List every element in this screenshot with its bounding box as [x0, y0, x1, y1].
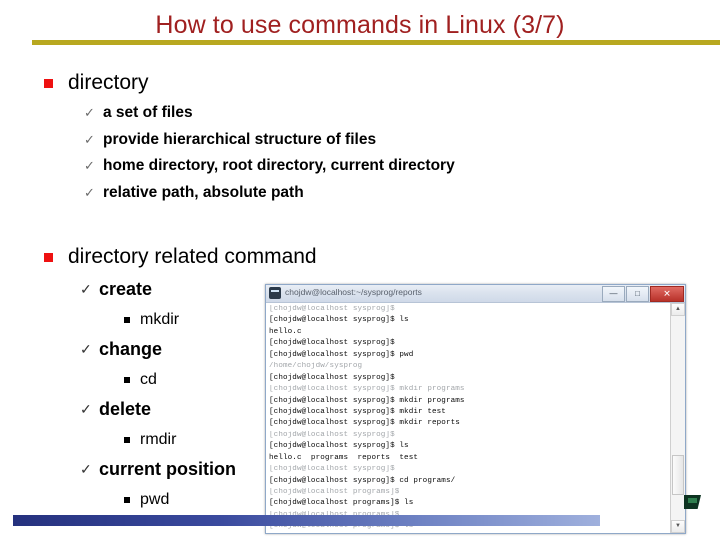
close-icon: ✕: [663, 288, 671, 299]
terminal-scrollbar[interactable]: ▲ ▼: [670, 303, 685, 533]
small-square-bullet-icon: [124, 437, 130, 443]
title-divider: [32, 40, 720, 45]
minimize-button[interactable]: —: [602, 286, 625, 302]
list-item-label: create: [99, 279, 153, 299]
check-icon: ✓: [84, 131, 95, 147]
terminal-line: [chojdw@localhost sysprog]$: [269, 339, 395, 348]
section-heading-directory: directory: [0, 68, 720, 98]
list-item-label: relative path, absolute path: [103, 183, 304, 201]
small-square-bullet-icon: [124, 317, 130, 323]
check-icon: ✓: [80, 461, 92, 477]
command-label: mkdir: [140, 311, 180, 328]
terminal-body[interactable]: [chojdw@localhost sysprog]$ [chojdw@local…: [266, 303, 685, 533]
scroll-up-icon[interactable]: ▲: [671, 303, 685, 316]
command-label: pwd: [140, 491, 170, 508]
flag-accent: [688, 498, 697, 503]
terminal-line: [chojdw@localhost programs]$: [269, 488, 400, 496]
square-bullet-icon: [44, 79, 53, 88]
square-bullet-icon: [44, 253, 53, 262]
corner-flag-icon: [684, 495, 708, 512]
terminal-window-screenshot: chojdw@localhost:~/sysprog/reports — □ ✕…: [265, 284, 686, 534]
terminal-line: [chojdw@localhost sysprog]$ ls: [269, 442, 409, 451]
terminal-title: chojdw@localhost:~/sysprog/reports: [285, 287, 422, 297]
terminal-line: [chojdw@localhost sysprog]$ mkdir progra…: [269, 396, 465, 405]
terminal-line: [chojdw@localhost sysprog]$ mkdir report…: [269, 419, 460, 428]
list-item-label: provide hierarchical structure of files: [103, 130, 377, 148]
terminal-line: [chojdw@localhost sysprog]$ ls: [269, 316, 409, 325]
section-heading-directory-related-command: directory related command: [0, 242, 720, 272]
maximize-button[interactable]: □: [626, 286, 649, 302]
check-icon: ✓: [80, 281, 92, 297]
list-item-label: home directory, root directory, current …: [103, 157, 455, 174]
section-heading-label: directory: [68, 71, 149, 94]
scroll-down-icon[interactable]: ▼: [671, 520, 685, 533]
terminal-line: [chojdw@localhost sysprog]$: [269, 373, 395, 382]
terminal-output: [chojdw@localhost sysprog]$ [chojdw@local…: [269, 304, 669, 533]
small-square-bullet-icon: [124, 377, 130, 383]
scrollbar-thumb[interactable]: [672, 455, 684, 495]
terminal-line: [chojdw@localhost sysprog]$: [269, 465, 395, 474]
check-icon: ✓: [84, 158, 95, 173]
list-item-label: a set of files: [103, 104, 193, 121]
terminal-line: [chojdw@localhost sysprog]$ cd programs/: [269, 476, 456, 485]
terminal-line: [chojdw@localhost sysprog]$: [269, 430, 395, 439]
footer-gradient-bar: [13, 515, 600, 526]
command-label: rmdir: [140, 431, 177, 448]
check-icon: ✓: [84, 105, 95, 120]
terminal-line: hello.c: [269, 327, 302, 336]
terminal-line: [chojdw@localhost sysprog]$: [269, 305, 395, 313]
list-item: ✓ home directory, root directory, curren…: [0, 153, 720, 180]
check-icon: ✓: [80, 341, 92, 357]
list-item: ✓ relative path, absolute path: [0, 180, 720, 207]
terminal-line: [chojdw@localhost sysprog]$ mkdir progra…: [269, 385, 465, 394]
minimize-icon: —: [609, 289, 618, 298]
check-icon: ✓: [84, 184, 95, 200]
terminal-line: [chojdw@localhost programs]$ ls: [269, 499, 414, 508]
list-item: ✓ a set of files: [0, 100, 720, 127]
terminal-line: /home/chojdw/sysprog: [269, 362, 363, 371]
section-heading-label: directory related command: [68, 245, 317, 268]
list-item-label: change: [99, 339, 163, 359]
terminal-titlebar: chojdw@localhost:~/sysprog/reports — □ ✕: [266, 285, 685, 303]
page-title: How to use commands in Linux (3/7): [155, 11, 565, 39]
list-item-label: delete: [99, 399, 152, 419]
command-label: cd: [140, 371, 157, 388]
list-item-label: current position: [99, 459, 237, 479]
small-square-bullet-icon: [124, 497, 130, 503]
terminal-icon: [269, 287, 281, 299]
terminal-line: [chojdw@localhost sysprog]$ mkdir test: [269, 407, 446, 416]
terminal-line: hello.c programs reports test: [269, 453, 419, 462]
close-button[interactable]: ✕: [650, 286, 684, 302]
terminal-line: [chojdw@localhost sysprog]$ pwd: [269, 350, 414, 359]
check-icon: ✓: [80, 401, 92, 417]
maximize-icon: □: [635, 289, 640, 298]
list-item: ✓ provide hierarchical structure of file…: [0, 127, 720, 154]
window-controls: — □ ✕: [602, 286, 684, 302]
